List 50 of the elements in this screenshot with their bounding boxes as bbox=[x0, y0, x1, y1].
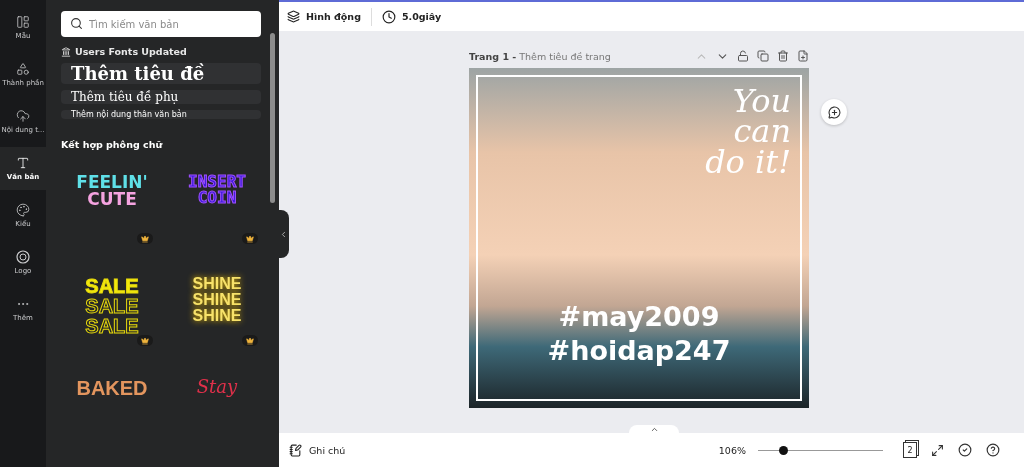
comment-add-icon bbox=[827, 105, 841, 119]
shapes-icon bbox=[16, 62, 30, 76]
layout-icon bbox=[16, 15, 30, 29]
clock-icon bbox=[381, 9, 396, 24]
section-title: Kết hợp phông chữ bbox=[61, 139, 164, 150]
crown-icon bbox=[246, 234, 254, 243]
unlock-icon[interactable] bbox=[737, 50, 749, 62]
notes-button[interactable]: Ghi chú bbox=[289, 443, 346, 457]
fonts-note: Users Fonts Updated bbox=[75, 46, 187, 57]
building-icon bbox=[61, 46, 71, 57]
crown-icon bbox=[141, 234, 149, 243]
font-combo[interactable]: SHINE SHINE SHINE bbox=[166, 264, 268, 366]
script-text: You bbox=[732, 86, 791, 117]
duration-button[interactable]: 5.0giây bbox=[381, 9, 442, 24]
animate-button[interactable]: Hình động bbox=[287, 10, 361, 23]
logo-icon bbox=[16, 250, 30, 264]
page-title[interactable]: Trang 1 - Thêm tiêu đề trang bbox=[469, 50, 611, 62]
fullscreen-icon[interactable] bbox=[931, 443, 944, 457]
design-canvas[interactable]: You can do it! #may2009 #hoidap247 bbox=[469, 68, 809, 408]
crown-icon bbox=[246, 336, 254, 345]
script-text: do it! bbox=[705, 146, 791, 178]
layers-icon bbox=[287, 10, 300, 23]
trash-icon[interactable] bbox=[777, 50, 789, 62]
zoom-level: 106% bbox=[718, 444, 746, 456]
text-icon bbox=[16, 156, 30, 170]
search-field[interactable]: Tìm kiếm văn bản bbox=[61, 11, 261, 37]
hashtag-text: #hoidap247 bbox=[547, 333, 731, 368]
notes-icon bbox=[289, 443, 302, 457]
search-icon bbox=[70, 17, 83, 30]
font-combo[interactable]: BAKED bbox=[61, 366, 163, 467]
duplicate-icon[interactable] bbox=[757, 50, 769, 62]
help-icon[interactable] bbox=[986, 443, 1000, 457]
palette-icon bbox=[16, 203, 30, 217]
scrollbar[interactable] bbox=[270, 33, 275, 203]
script-text: can bbox=[733, 116, 791, 147]
comment-button[interactable] bbox=[821, 99, 847, 125]
collapse-handle[interactable] bbox=[277, 210, 289, 258]
font-combo[interactable]: SALE SALE SALE bbox=[61, 264, 163, 366]
hashtag-text: #may2009 bbox=[558, 300, 720, 334]
text-preset[interactable]: Thêm tiêu đề bbox=[61, 63, 261, 84]
pages-button[interactable]: 2 bbox=[903, 442, 917, 458]
crown-icon bbox=[141, 336, 149, 345]
slider-thumb[interactable] bbox=[779, 445, 788, 455]
chevron-up-icon bbox=[649, 425, 659, 434]
font-combo[interactable]: FEELIN' CUTE bbox=[61, 162, 163, 264]
check-icon[interactable] bbox=[958, 443, 972, 457]
text-preset[interactable]: Thêm nội dung thân văn bản bbox=[61, 110, 261, 119]
upload-icon bbox=[16, 109, 30, 123]
add-page-icon[interactable] bbox=[797, 50, 809, 62]
text-preset[interactable]: Thêm tiêu đề phụ bbox=[61, 90, 261, 104]
